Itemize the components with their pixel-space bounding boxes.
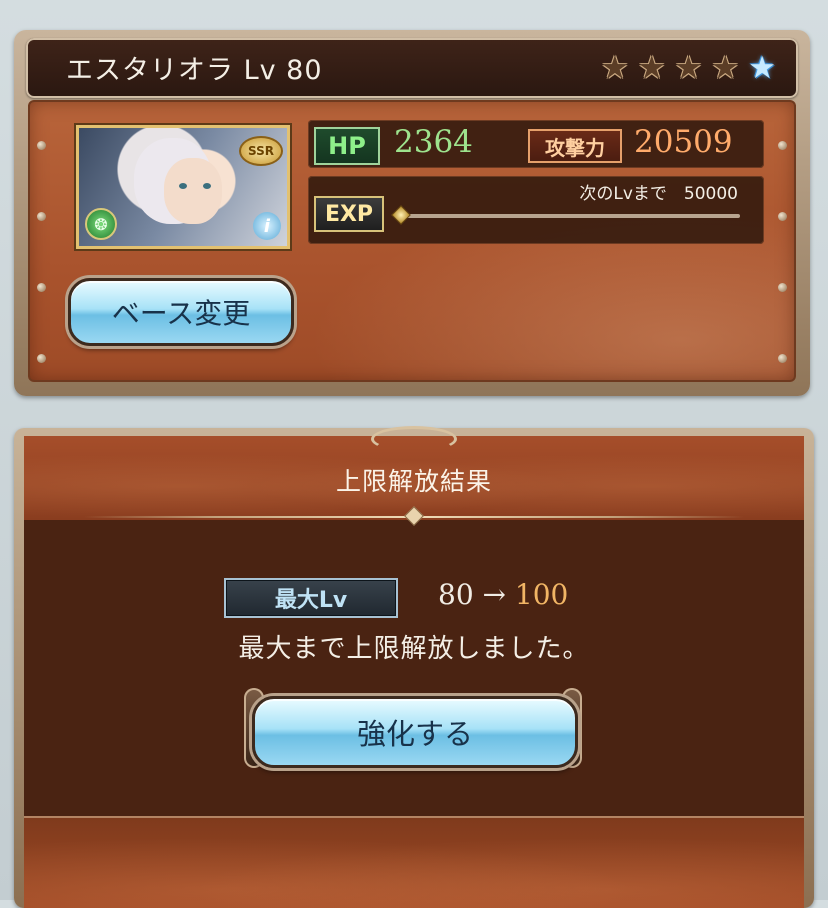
rivet-icon <box>37 141 46 150</box>
rivet-icon <box>778 212 787 221</box>
stats-box: HP 2364 攻撃力 20509 <box>308 120 764 168</box>
exp-next-level-text: 次のLvまで 50000 <box>579 184 738 204</box>
rivet-icon <box>778 354 787 363</box>
rivet-icon <box>37 354 46 363</box>
result-panel-header: 上限解放結果 <box>24 426 804 526</box>
rivet-icon <box>37 212 46 221</box>
level-change: 80 → 100 <box>438 578 568 611</box>
hp-value: 2364 <box>394 124 473 160</box>
character-portrait[interactable]: SSR ❂ i <box>76 125 290 249</box>
ornament-gem-icon <box>404 506 424 526</box>
result-title: 上限解放結果 <box>335 467 492 496</box>
info-icon[interactable]: i <box>253 212 281 240</box>
star-icon: ★ <box>711 50 740 86</box>
hp-label: HP <box>314 127 380 165</box>
star-icon: ★ <box>601 50 629 86</box>
result-message: 最大まで上限解放しました。 <box>238 634 590 664</box>
arrow-icon: → <box>482 578 507 611</box>
limit-break-result-panel: 上限解放結果 <box>14 426 814 908</box>
level-from: 80 <box>438 578 474 611</box>
ornament-icon <box>371 426 457 452</box>
wind-element-icon: ❂ <box>85 208 117 240</box>
attack-value: 20509 <box>634 124 733 160</box>
star-icon: ★ <box>637 50 666 86</box>
eye <box>203 183 211 189</box>
character-face <box>164 158 222 224</box>
level-to: 100 <box>514 578 569 611</box>
rarity-stars: ★ ★ ★ ★ ★ <box>601 53 776 84</box>
rivet-icon <box>37 283 46 292</box>
exp-bar <box>400 214 740 218</box>
character-name-level: エスタリオラ Lv 80 <box>66 55 323 86</box>
star-icon: ★ <box>674 50 703 86</box>
exp-label: EXP <box>314 196 384 232</box>
exp-box: EXP 次のLvまで 50000 <box>308 176 764 244</box>
blue-star-icon: ★ <box>748 50 776 86</box>
ssr-badge: SSR <box>239 136 283 166</box>
result-panel-footer <box>24 816 804 908</box>
result-panel-body: 上限解放結果 <box>24 426 804 908</box>
eye <box>179 183 187 189</box>
change-base-button[interactable]: ベース変更 <box>68 278 294 346</box>
character-title-bar: エスタリオラ Lv 80 ★ ★ ★ ★ ★ <box>26 38 798 98</box>
enhance-button[interactable]: 強化する <box>252 696 578 768</box>
rivet-icon <box>778 283 787 292</box>
rivet-icon <box>778 141 787 150</box>
max-level-label: 最大Lv <box>224 578 398 618</box>
attack-label: 攻撃力 <box>528 129 622 163</box>
exp-marker-icon <box>391 205 411 225</box>
